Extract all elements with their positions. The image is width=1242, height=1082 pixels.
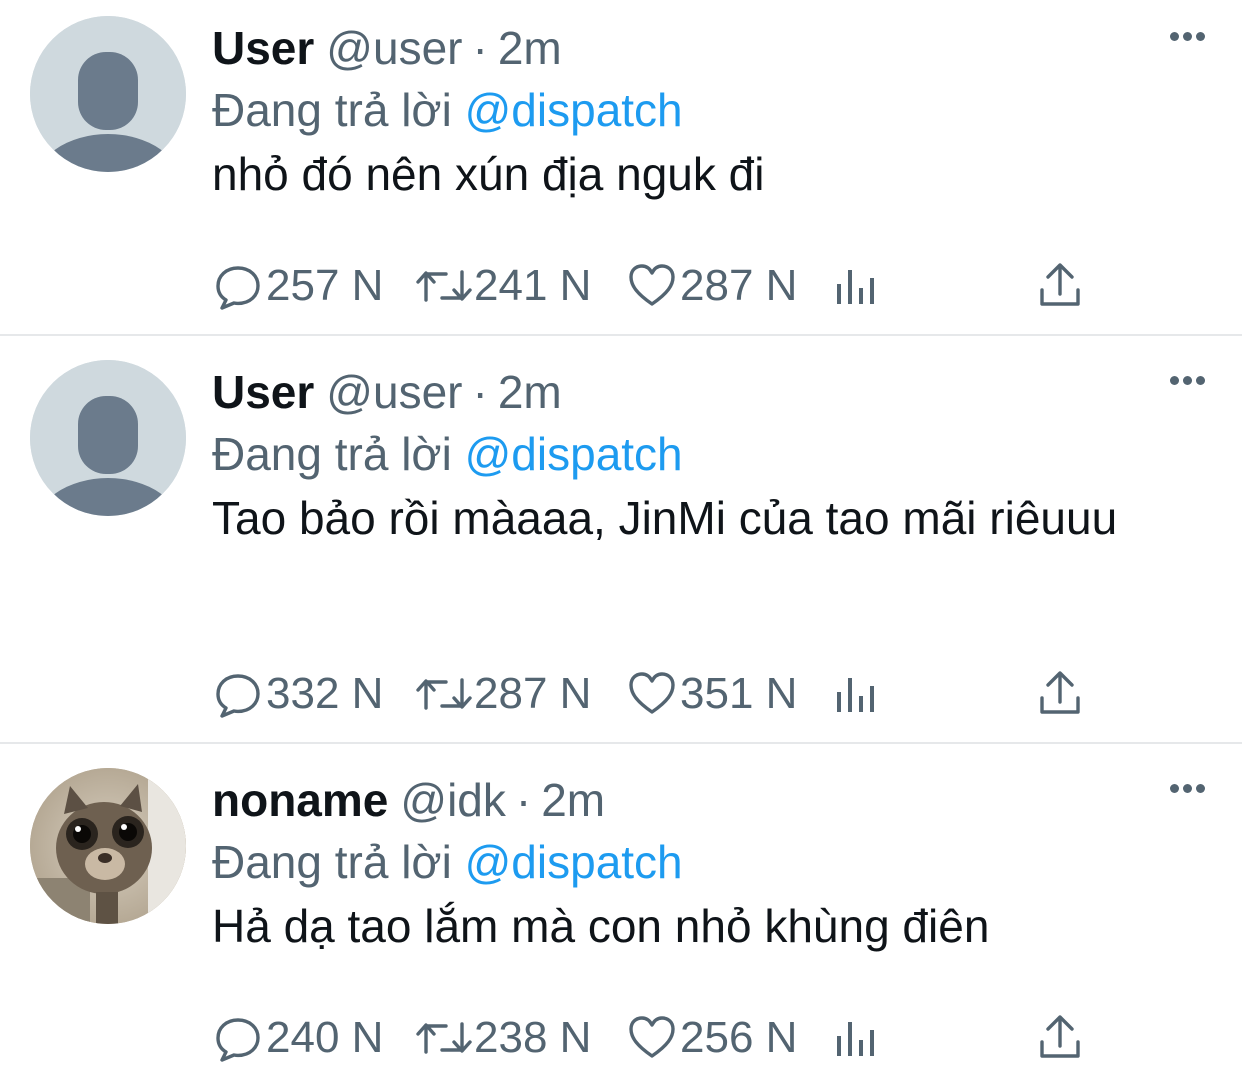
retweet-button[interactable]: 238 N: [416, 1008, 591, 1068]
like-count: 287 N: [680, 261, 798, 310]
like-button[interactable]: 256 N: [626, 1008, 797, 1068]
action-bar: 257 N 241 N 287 N: [212, 256, 1112, 316]
display-name[interactable]: User: [212, 366, 314, 418]
avatar[interactable]: [30, 360, 186, 516]
timestamp[interactable]: 2m: [498, 22, 562, 74]
tweet-text: nhỏ đó nên xún địa nguk đi: [212, 148, 765, 200]
more-dots-icon: [1170, 784, 1179, 793]
tweet-text: Tao bảo rồi màaaa, JinMi của tao mãi riê…: [212, 492, 1118, 544]
heart-icon: [629, 672, 675, 714]
default-avatar-icon: [30, 16, 186, 172]
heart-icon: [629, 1016, 675, 1058]
replying-to: Đang trả lời @dispatch: [212, 830, 1202, 894]
divider: [0, 742, 1242, 744]
like-count: 256 N: [680, 1013, 798, 1062]
reply-button[interactable]: 240 N: [212, 1008, 383, 1068]
reply-count: 257 N: [266, 261, 384, 310]
more-button[interactable]: [1170, 372, 1214, 392]
replying-to: Đang trả lời @dispatch: [212, 78, 1202, 142]
separator-dot: ·: [472, 22, 488, 74]
reply-bubble-icon: [216, 674, 260, 718]
retweet-count: 238 N: [474, 1013, 592, 1062]
like-count: 351 N: [680, 669, 798, 718]
action-bar: 240 N 238 N 256 N: [212, 1008, 1112, 1068]
tweet-text: Hả dạ tao lắm mà con nhỏ khùng điên: [212, 900, 990, 952]
avatar[interactable]: [30, 16, 186, 172]
avatar[interactable]: [30, 768, 186, 924]
tweet[interactable]: noname @idk · 2m Đang trả lời @dispatch Hả …: [0, 752, 1242, 1082]
retweet-count: 287 N: [474, 669, 592, 718]
tweet[interactable]: User @user · 2m Đang trả lời @dispatch nhỏ …: [0, 0, 1242, 334]
reply-prefix: Đang trả lời: [212, 428, 452, 480]
retweet-arrows-icon: [416, 678, 472, 710]
more-button[interactable]: [1170, 780, 1214, 800]
divider: [0, 334, 1242, 336]
bar-chart-icon: [837, 270, 874, 304]
reply-to-handle[interactable]: @dispatch: [465, 84, 683, 136]
tweet-header: User @user · 2m: [212, 18, 1202, 78]
share-button[interactable]: [1038, 664, 1082, 724]
retweet-button[interactable]: 241 N: [416, 256, 591, 316]
reply-bubble-icon: [216, 1018, 260, 1062]
reply-count: 240 N: [266, 1013, 384, 1062]
analytics-button[interactable]: [834, 664, 878, 724]
separator-dot: ·: [472, 366, 488, 418]
action-bar: 332 N 287 N 351 N: [212, 664, 1112, 724]
share-button[interactable]: [1038, 256, 1082, 316]
timestamp[interactable]: 2m: [541, 774, 605, 826]
user-handle[interactable]: @user: [326, 22, 462, 74]
cat-photo-avatar-icon: [30, 768, 186, 924]
reply-prefix: Đang trả lời: [212, 836, 452, 888]
more-button[interactable]: [1170, 28, 1214, 48]
separator-dot: ·: [515, 774, 532, 826]
reply-bubble-icon: [216, 266, 260, 310]
default-avatar-icon: [30, 360, 186, 516]
tweet-header: noname @idk · 2m: [212, 770, 1202, 830]
like-button[interactable]: 287 N: [626, 256, 797, 316]
tweet-content: noname @idk · 2m Đang trả lời @dispatch Hả …: [212, 770, 1202, 958]
replying-to: Đang trả lời @dispatch: [212, 422, 1202, 486]
analytics-button[interactable]: [834, 256, 878, 316]
share-upload-icon: [1040, 671, 1080, 714]
reply-prefix: Đang trả lời: [212, 84, 452, 136]
display-name[interactable]: noname: [212, 774, 388, 826]
analytics-button[interactable]: [834, 1008, 878, 1068]
share-upload-icon: [1040, 1015, 1080, 1058]
retweet-count: 241 N: [474, 261, 592, 310]
user-handle[interactable]: @user: [326, 366, 462, 418]
bar-chart-icon: [837, 678, 874, 712]
share-upload-icon: [1040, 263, 1080, 306]
retweet-arrows-icon: [416, 1022, 472, 1054]
user-handle[interactable]: @idk: [400, 774, 506, 826]
tweet-feed: User @user · 2m Đang trả lời @dispatch nhỏ …: [0, 0, 1242, 1082]
tweet-header: User @user · 2m: [212, 362, 1202, 422]
reply-to-handle[interactable]: @dispatch: [465, 836, 683, 888]
more-dots-icon: [1170, 376, 1179, 385]
tweet-content: User @user · 2m Đang trả lời @dispatch Tao …: [212, 362, 1202, 550]
retweet-button[interactable]: 287 N: [416, 664, 591, 724]
tweet-content: User @user · 2m Đang trả lời @dispatch nhỏ …: [212, 18, 1202, 206]
reply-count: 332 N: [266, 669, 384, 718]
display-name[interactable]: User: [212, 22, 314, 74]
timestamp[interactable]: 2m: [498, 366, 562, 418]
like-button[interactable]: 351 N: [626, 664, 797, 724]
heart-icon: [629, 264, 675, 306]
share-button[interactable]: [1038, 1008, 1082, 1068]
reply-button[interactable]: 332 N: [212, 664, 383, 724]
more-dots-icon: [1170, 32, 1179, 41]
reply-to-handle[interactable]: @dispatch: [465, 428, 683, 480]
tweet[interactable]: User @user · 2m Đang trả lời @dispatch Tao …: [0, 344, 1242, 742]
bar-chart-icon: [837, 1022, 874, 1056]
reply-button[interactable]: 257 N: [212, 256, 383, 316]
retweet-arrows-icon: [416, 270, 472, 302]
